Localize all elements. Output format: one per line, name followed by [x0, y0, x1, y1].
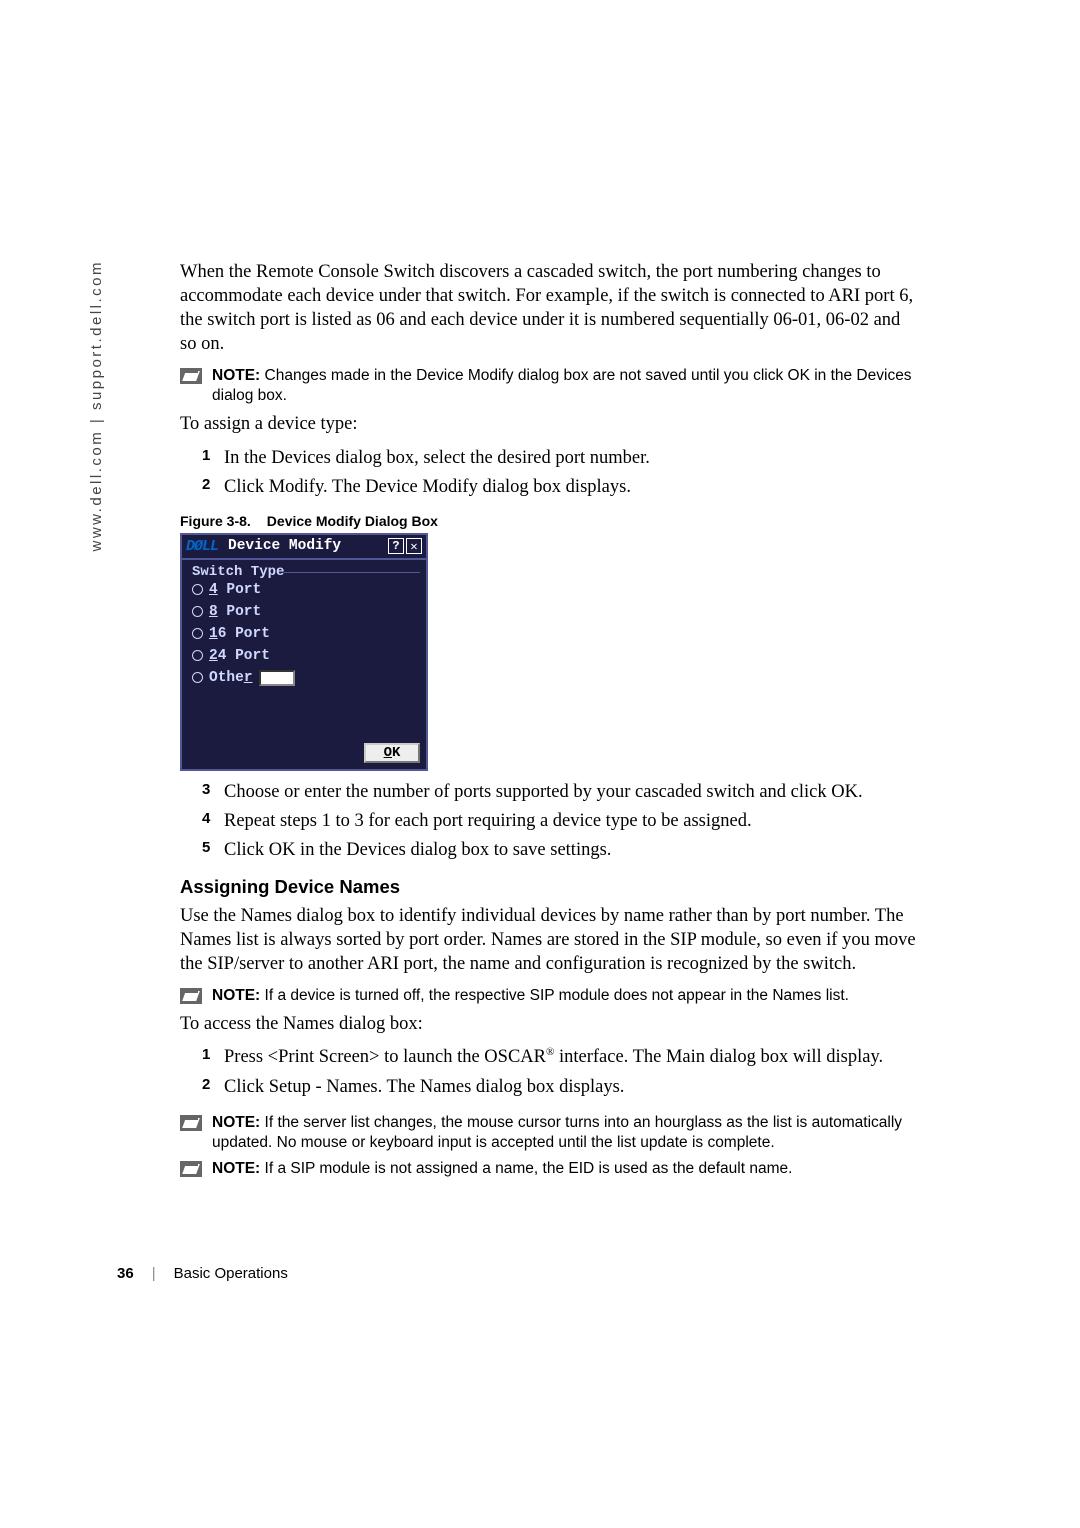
step-num: 2 — [202, 1076, 224, 1093]
radio-24-port[interactable]: 24 Port — [188, 645, 420, 667]
step-text: Click Setup - Names. The Names dialog bo… — [224, 1076, 624, 1099]
radio-8-port[interactable]: 8 Port — [188, 601, 420, 623]
step-num: 1 — [202, 1046, 224, 1063]
note-1-text: NOTE: Changes made in the Device Modify … — [212, 366, 920, 406]
step-5: 5 Click OK in the Devices dialog box to … — [202, 839, 920, 862]
note-4: NOTE: If a SIP module is not assigned a … — [180, 1159, 920, 1179]
radio-icon — [192, 672, 203, 683]
step-1: 1 In the Devices dialog box, select the … — [202, 447, 920, 470]
step-num: 5 — [202, 839, 224, 856]
step-num: 3 — [202, 781, 224, 798]
dialog-title: Device Modify — [218, 538, 386, 554]
group-divider — [284, 572, 420, 573]
step-num: 2 — [202, 476, 224, 493]
assigning-device-names-heading: Assigning Device Names — [180, 876, 920, 898]
page-number: 36 — [117, 1265, 134, 1282]
radio-16-port[interactable]: 16 Port — [188, 623, 420, 645]
access-names-lead: To access the Names dialog box: — [180, 1012, 920, 1036]
note-3: NOTE: If the server list changes, the mo… — [180, 1113, 920, 1153]
note-icon — [180, 1161, 202, 1177]
radio-icon — [192, 650, 203, 661]
radio-other[interactable]: Other — [188, 667, 420, 689]
assign-steps-list-2: 3 Choose or enter the number of ports su… — [202, 781, 920, 862]
step-text: Click OK in the Devices dialog box to sa… — [224, 839, 611, 862]
radio-icon — [192, 606, 203, 617]
step-text: Press <Print Screen> to launch the OSCAR… — [224, 1046, 883, 1069]
other-input[interactable] — [259, 670, 295, 686]
step-num: 1 — [202, 447, 224, 464]
dialog-titlebar: DØLL Device Modify ? ✕ — [182, 535, 426, 560]
help-button[interactable]: ? — [388, 538, 404, 554]
page-footer: 36 | Basic Operations — [117, 1265, 288, 1282]
step-text: In the Devices dialog box, select the de… — [224, 447, 650, 470]
intro-paragraph: When the Remote Console Switch discovers… — [180, 260, 920, 356]
note-1: NOTE: Changes made in the Device Modify … — [180, 366, 920, 406]
footer-divider: | — [152, 1265, 156, 1282]
step-text: Repeat steps 1 to 3 for each port requir… — [224, 810, 752, 833]
note-icon — [180, 368, 202, 384]
dialog-body: Switch Type 4 Port 8 Port 16 Port 24 Por… — [182, 560, 426, 739]
assign-device-lead: To assign a device type: — [180, 412, 920, 436]
note-3-text: NOTE: If the server list changes, the mo… — [212, 1113, 920, 1153]
footer-section: Basic Operations — [174, 1265, 288, 1282]
note-2-text: NOTE: If a device is turned off, the res… — [212, 986, 849, 1006]
step-text: Click Modify. The Device Modify dialog b… — [224, 476, 631, 499]
note-2: NOTE: If a device is turned off, the res… — [180, 986, 920, 1006]
device-modify-dialog: DØLL Device Modify ? ✕ Switch Type 4 Por… — [180, 533, 428, 771]
access-names-list: 1 Press <Print Screen> to launch the OSC… — [202, 1046, 920, 1098]
step-4: 4 Repeat steps 1 to 3 for each port requ… — [202, 810, 920, 833]
note-icon — [180, 1115, 202, 1131]
note-4-text: NOTE: If a SIP module is not assigned a … — [212, 1159, 792, 1179]
step-2: 2 Click Modify. The Device Modify dialog… — [202, 476, 920, 499]
figure-caption: Figure 3-8.Device Modify Dialog Box — [180, 513, 920, 529]
ok-button[interactable]: OK — [364, 743, 420, 763]
step-num: 4 — [202, 810, 224, 827]
radio-icon — [192, 628, 203, 639]
assign-steps-list-1: 1 In the Devices dialog box, select the … — [202, 447, 920, 499]
sidebar-url: www.dell.com | support.dell.com — [88, 260, 105, 551]
step-text: Choose or enter the number of ports supp… — [224, 781, 863, 804]
radio-4-port[interactable]: 4 Port — [188, 579, 420, 601]
step-3: 3 Choose or enter the number of ports su… — [202, 781, 920, 804]
close-button[interactable]: ✕ — [406, 538, 422, 554]
access-step-2: 2 Click Setup - Names. The Names dialog … — [202, 1076, 920, 1099]
note-icon — [180, 988, 202, 1004]
radio-icon — [192, 584, 203, 595]
dell-logo: DØLL — [186, 538, 218, 555]
access-step-1: 1 Press <Print Screen> to launch the OSC… — [202, 1046, 920, 1069]
page-content: When the Remote Console Switch discovers… — [180, 260, 920, 1185]
names-paragraph: Use the Names dialog box to identify ind… — [180, 904, 920, 976]
